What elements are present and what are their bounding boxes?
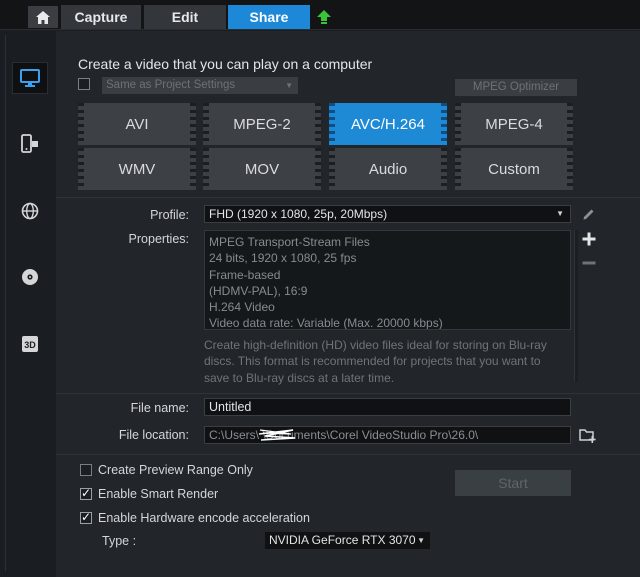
pencil-icon xyxy=(583,209,594,220)
profile-dropdown[interactable]: FHD (1920 x 1080, 25p, 20Mbps) ▼ xyxy=(204,205,571,223)
sidebar-item-computer[interactable] xyxy=(12,62,48,94)
format-label: MOV xyxy=(244,160,280,178)
format-avi-button[interactable]: AVI xyxy=(78,103,196,145)
tab-edit[interactable]: Edit xyxy=(144,5,226,29)
remove-profile-button[interactable] xyxy=(581,255,597,271)
format-label: Custom xyxy=(488,160,540,178)
disc-icon xyxy=(22,269,38,285)
preview-range-checkbox[interactable] xyxy=(80,464,92,476)
format-mpeg2-button[interactable]: MPEG-2 xyxy=(203,103,321,145)
monitor-icon xyxy=(20,69,40,87)
encoder-type-label: Type : xyxy=(102,534,137,548)
divider xyxy=(56,197,640,198)
3d-icon: 3D xyxy=(22,336,38,352)
file-name-label: File name: xyxy=(130,401,189,415)
edit-profile-button[interactable] xyxy=(581,206,597,222)
hardware-encode-label: Enable Hardware encode acceleration xyxy=(98,511,310,525)
profile-label: Profile: xyxy=(150,208,189,222)
format-wmv-button[interactable]: WMV xyxy=(78,148,196,190)
chevron-down-icon: ▼ xyxy=(556,209,564,218)
plus-icon xyxy=(582,232,596,246)
upload-icon[interactable] xyxy=(316,9,332,25)
format-audio-button[interactable]: Audio xyxy=(329,148,447,190)
start-button[interactable]: Start xyxy=(455,470,571,496)
svg-text:3D: 3D xyxy=(24,340,36,350)
folder-add-icon xyxy=(579,428,596,443)
share-panel: Create a video that you can play on a co… xyxy=(56,31,640,577)
properties-box: MPEG Transport-Stream Files 24 bits, 192… xyxy=(204,230,571,330)
properties-label: Properties: xyxy=(128,232,189,246)
sidebar-item-3d[interactable]: 3D xyxy=(12,328,48,360)
project-settings-value: Same as Project Settings xyxy=(106,79,236,91)
sidebar-item-device[interactable] xyxy=(12,128,48,160)
share-sidebar: 3D xyxy=(0,31,56,577)
smart-render-checkbox[interactable] xyxy=(80,486,92,500)
file-location-value: C:\Users\ \Documents\Corel VideoStudio P… xyxy=(209,428,479,442)
profile-value: FHD (1920 x 1080, 25p, 20Mbps) xyxy=(209,207,388,221)
format-label: MPEG-2 xyxy=(233,115,291,133)
property-line: Frame-based xyxy=(209,267,281,282)
format-description: Create high-definition (HD) video files … xyxy=(204,338,547,385)
property-line: 24 bits, 1920 x 1080, 25 fps xyxy=(209,251,357,266)
browse-folder-button[interactable] xyxy=(579,427,597,443)
hardware-encode-checkbox[interactable] xyxy=(80,510,92,524)
property-line: MPEG Transport-Stream Files xyxy=(209,235,370,249)
format-custom-button[interactable]: Custom xyxy=(455,148,573,190)
format-label: WMV xyxy=(118,160,156,178)
smart-render-label: Enable Smart Render xyxy=(98,487,219,501)
property-line: Video data rate: Variable (Max. 20000 kb… xyxy=(209,316,443,330)
format-label: Audio xyxy=(368,160,408,178)
tab-capture[interactable]: Capture xyxy=(61,5,141,29)
format-label: MPEG-4 xyxy=(485,115,543,133)
sidebar-divider xyxy=(5,35,6,571)
property-line: (HDMV-PAL), 16:9 xyxy=(209,283,308,298)
file-location-label: File location: xyxy=(118,428,189,442)
add-profile-button[interactable] xyxy=(581,231,597,247)
top-bar: Capture Edit Share xyxy=(0,0,640,30)
divider xyxy=(56,393,640,394)
encoder-type-value: NVIDIA GeForce RTX 3070 xyxy=(269,533,416,547)
property-line: H.264 Video xyxy=(209,300,275,315)
mobile-device-icon xyxy=(21,134,38,153)
format-mov-button[interactable]: MOV xyxy=(203,148,321,190)
file-name-input[interactable]: Untitled xyxy=(204,398,571,416)
redaction-scribble xyxy=(258,429,296,441)
format-label: AVI xyxy=(125,115,149,133)
sidebar-item-disc[interactable] xyxy=(12,261,48,293)
minus-icon xyxy=(582,261,596,265)
format-avc-h264-button[interactable]: AVC/H.264 xyxy=(329,103,447,145)
encoder-type-dropdown[interactable]: NVIDIA GeForce RTX 3070 ▼ xyxy=(265,532,430,549)
preview-range-label: Create Preview Range Only xyxy=(98,463,253,477)
description-scrollbar[interactable] xyxy=(574,230,578,382)
format-label: AVC/H.264 xyxy=(351,115,425,133)
sidebar-item-web[interactable] xyxy=(12,195,48,227)
tab-share[interactable]: Share xyxy=(228,5,310,29)
globe-icon xyxy=(21,202,39,220)
home-icon xyxy=(36,10,50,24)
chevron-down-icon: ▼ xyxy=(285,81,293,90)
format-mpeg4-button[interactable]: MPEG-4 xyxy=(455,103,573,145)
home-button[interactable] xyxy=(28,6,58,28)
mpeg-optimizer-button[interactable]: MPEG Optimizer xyxy=(455,79,577,96)
divider xyxy=(56,454,640,455)
chevron-down-icon: ▼ xyxy=(417,536,425,545)
same-as-project-checkbox[interactable] xyxy=(78,78,90,90)
page-title: Create a video that you can play on a co… xyxy=(78,56,373,72)
project-settings-dropdown[interactable]: Same as Project Settings ▼ xyxy=(102,77,298,94)
